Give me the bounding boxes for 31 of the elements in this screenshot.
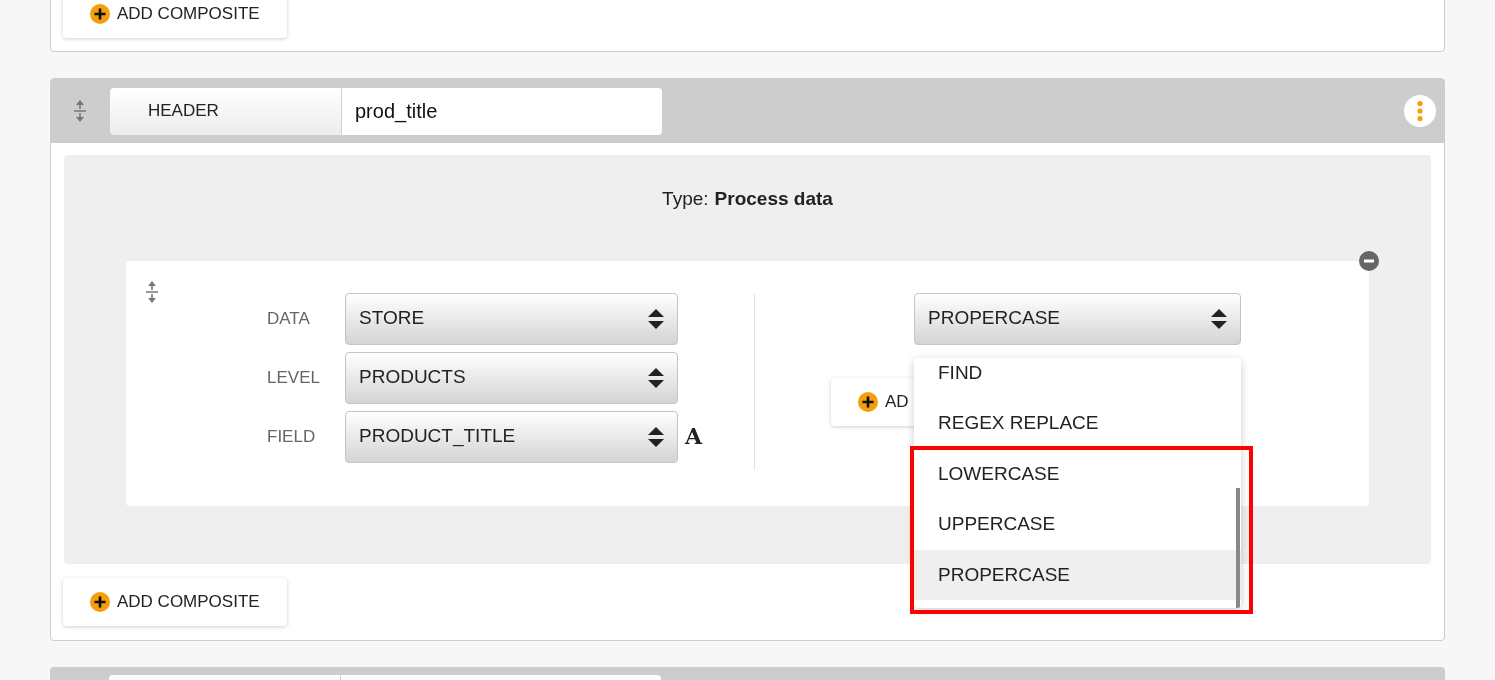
up-down-icon [647,307,665,330]
header-label: HEADER [110,87,342,135]
dropdown-option[interactable]: LOWERCASE [914,448,1241,499]
field-label: FIELD [267,425,317,448]
plus-icon [858,391,878,412]
dropdown-option[interactable]: REGEX REPLACE [914,398,1241,449]
plus-icon [90,592,110,612]
field-label: LEVEL [267,366,321,389]
kebab-menu-icon[interactable] [1404,95,1436,127]
drag-handle-icon[interactable] [73,99,87,123]
type-value: Process data [714,187,833,211]
text-type-icon: A [685,420,703,453]
add-composite-button[interactable]: ADD COMPOSITE [63,0,287,38]
plus-icon [90,4,110,24]
up-down-icon [647,425,665,448]
select-field[interactable]: PRODUCT_TITLE [345,410,678,463]
up-down-icon [1210,307,1228,330]
drag-handle-icon[interactable] [145,279,159,304]
operation-select[interactable]: PROPERCASE [914,292,1241,345]
name-input-field[interactable]: prod_title [342,87,662,135]
select-field[interactable]: STORE [345,292,678,345]
add-composite-button[interactable]: ADD COMPOSITE [63,578,287,626]
dropdown-option[interactable]: UPPERCASE [914,499,1241,550]
type-label: Type: [662,187,709,211]
scrollbar[interactable] [1236,487,1240,608]
up-down-icon [647,366,665,389]
remove-icon[interactable] [1359,250,1379,271]
dropdown-option[interactable]: FIND [914,357,1241,398]
dropdown-option[interactable]: PROPERCASE [914,549,1241,600]
field-label: DATA [267,307,311,330]
select-field[interactable]: PRODUCTS [345,351,678,404]
